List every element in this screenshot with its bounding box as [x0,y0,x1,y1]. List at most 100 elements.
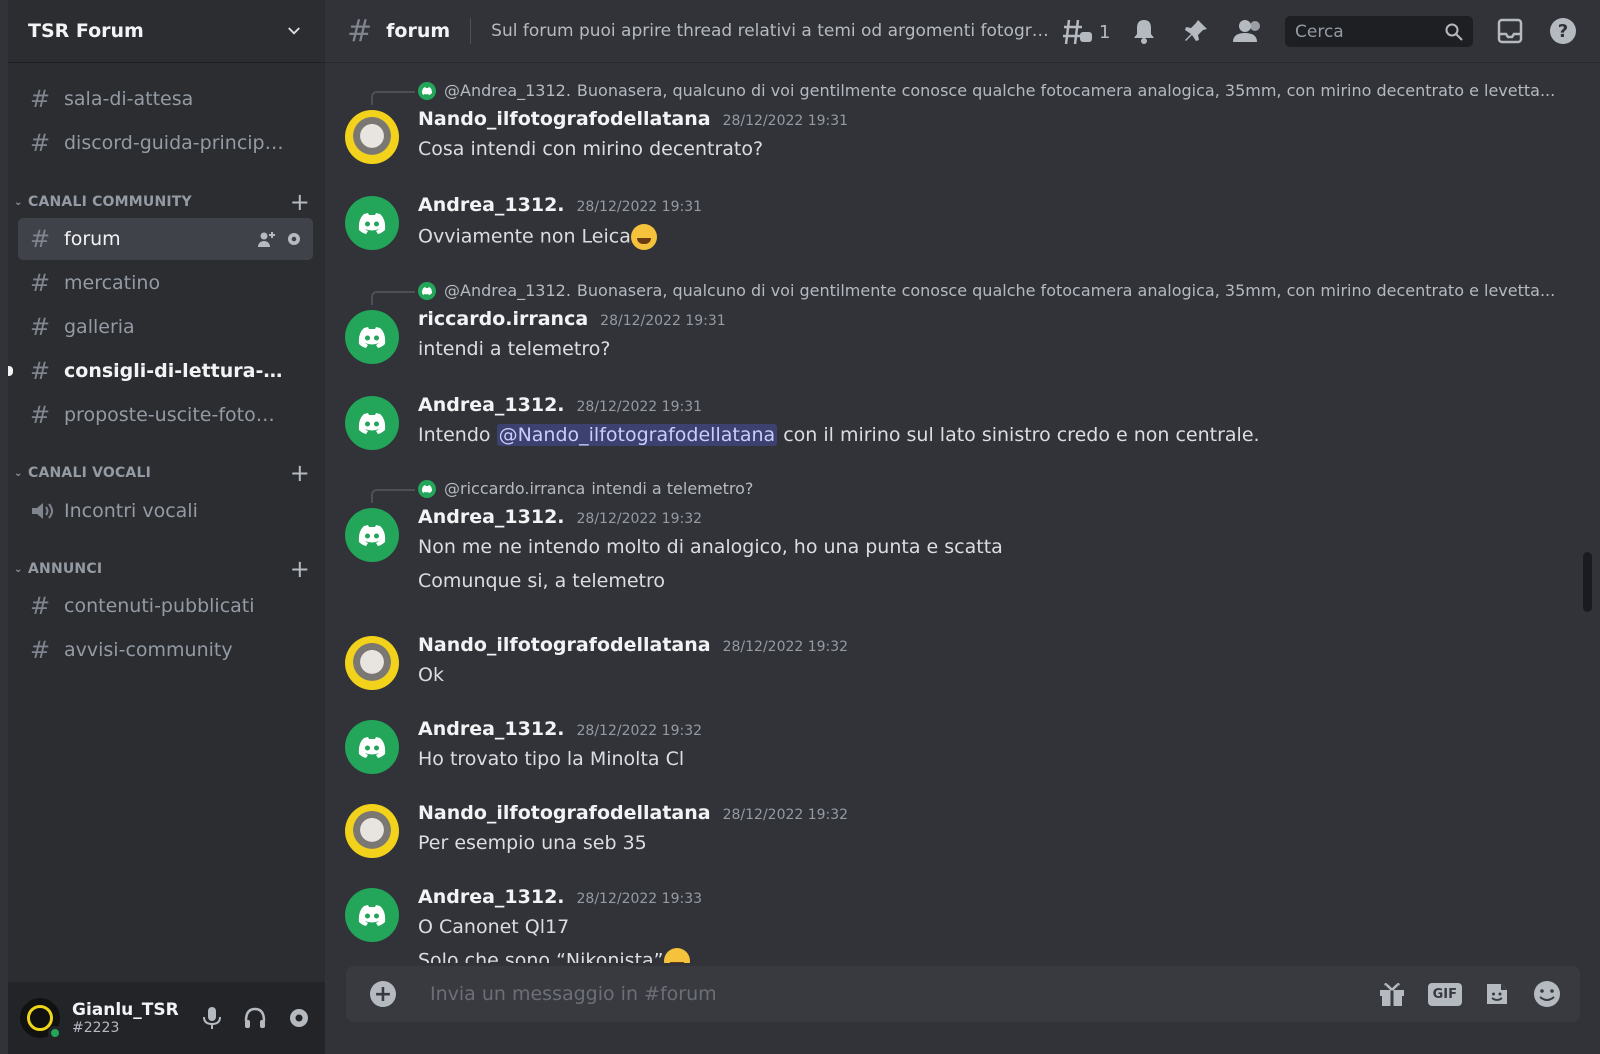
message-content: Cosa intendi con mirino decentrato? [418,138,764,160]
sticker-icon[interactable] [1484,981,1510,1007]
discord-logo-icon [358,213,386,234]
channel-discord-guida[interactable]: # discord-guida-principi... [18,122,313,164]
discord-logo-icon [358,327,386,348]
settings-icon[interactable] [285,230,303,248]
user-mention[interactable]: @Nando_ilfotografodellatana [496,424,778,446]
threads-button[interactable]: 1 [1063,18,1110,46]
channel-contenuti-pubblicati[interactable]: # contenuti-pubblicati [18,585,313,627]
reply-text: Buonasera, qualcuno di voi gentilmente c… [576,281,1556,300]
voice-channel-incontri-vocali[interactable]: Incontri vocali [18,490,313,532]
message-author[interactable]: riccardo.irranca [418,308,588,330]
threads-count: 1 [1099,21,1111,43]
channel-label: Incontri vocali [64,500,198,522]
channel-sala-di-attesa[interactable]: # sala-di-attesa [18,78,313,120]
svg-text:?: ? [1558,21,1568,42]
discord-logo-icon [358,525,386,546]
gif-icon[interactable]: GIF [1427,982,1462,1006]
message-timestamp: 28/12/2022 19:32 [722,639,849,655]
message-timestamp: 28/12/2022 19:33 [576,891,703,907]
channel-label: forum [64,228,121,250]
message-timestamp: 28/12/2022 19:32 [722,807,849,823]
reply-connector [371,91,415,105]
message-author[interactable]: Andrea_1312. [418,886,565,908]
user-tag: #2223 [72,1020,120,1036]
emoji-icon [663,948,690,963]
discord-logo-icon [418,281,436,300]
discord-logo-icon [418,81,436,100]
message-author[interactable]: Andrea_1312. [418,194,565,216]
message-timestamp: 28/12/2022 19:31 [576,399,703,415]
category-canali-community[interactable]: ⌄ CANALI COMMUNITY + [14,188,314,216]
avatar[interactable] [345,196,399,250]
channel-consigli-di-lettura[interactable]: # consigli-di-lettura-mo... [8,350,313,392]
plus-icon[interactable]: + [290,555,310,583]
channel-label: proposte-uscite-fotog... [64,404,284,426]
avatar[interactable] [345,888,399,942]
message-content: Ovviamente non Leica [418,224,657,250]
message-input[interactable] [430,983,1310,1005]
message-content: Intendo @Nando_ilfotografodellatana con … [418,424,1260,446]
message-content: Non me ne intendo molto di analogico, ho… [418,536,1003,558]
reply-author: @Andrea_1312. [444,81,571,100]
category-canali-vocali[interactable]: ⌄ CANALI VOCALI + [14,459,314,487]
channel-topic[interactable]: Sul forum puoi aprire thread relativi a … [491,21,1056,41]
channel-label: consigli-di-lettura-mo... [64,360,284,382]
avatar[interactable] [345,110,399,164]
message-author[interactable]: Nando_ilfotografodellatana [418,634,711,656]
scrollbar-thumb[interactable] [1583,552,1592,612]
members-icon[interactable] [1233,18,1263,44]
message-author[interactable]: Andrea_1312. [418,506,565,528]
category-label: ANNUNCI [28,561,103,577]
message-author[interactable]: Andrea_1312. [418,394,565,416]
hash-icon: # [30,357,51,385]
mic-icon[interactable] [201,1006,223,1030]
reply-reference[interactable]: @Andrea_1312. Buonasera, qualcuno di voi… [418,281,1555,300]
message-timestamp: 28/12/2022 19:31 [722,113,849,129]
avatar[interactable] [20,998,62,1040]
reply-connector [371,291,415,305]
help-icon[interactable]: ? [1549,17,1577,45]
category-annunci[interactable]: ⌄ ANNUNCI + [14,555,314,583]
search-placeholder: Cerca [1295,21,1344,42]
message-author[interactable]: Nando_ilfotografodellatana [418,802,711,824]
reply-reference[interactable]: @riccardo.irranca intendi a telemetro? [418,479,753,498]
plus-icon[interactable]: + [290,459,310,487]
avatar[interactable] [345,804,399,858]
avatar[interactable] [345,396,399,450]
message-author[interactable]: Andrea_1312. [418,718,565,740]
channel-mercatino[interactable]: # mercatino [18,262,313,304]
chevron-down-icon: ⌄ [14,563,23,575]
message-content: Solo che sono “Nikonista” [418,948,690,963]
channel-forum[interactable]: # forum [18,218,313,260]
headphones-icon[interactable] [243,1006,267,1030]
search-input[interactable]: Cerca [1285,16,1473,47]
channel-galleria[interactable]: # galleria [18,306,313,348]
pin-icon[interactable] [1183,18,1209,44]
avatar[interactable] [345,310,399,364]
settings-icon[interactable] [287,1006,311,1030]
channel-label: contenuti-pubblicati [64,595,255,617]
hash-icon: # [30,129,51,157]
emoji-icon[interactable] [1532,979,1562,1009]
channel-avvisi-community[interactable]: # avvisi-community [18,629,313,671]
message-author[interactable]: Nando_ilfotografodellatana [418,108,711,130]
server-name: TSR Forum [28,20,144,42]
chevron-down-icon [288,27,300,35]
avatar[interactable] [345,508,399,562]
server-header[interactable]: TSR Forum [8,0,325,63]
reply-text: Buonasera, qualcuno di voi gentilmente c… [576,81,1556,100]
channel-label: discord-guida-principi... [64,132,284,154]
inbox-icon[interactable] [1497,18,1523,44]
avatar[interactable] [345,720,399,774]
plus-icon[interactable]: + [370,981,396,1007]
plus-icon[interactable]: + [290,188,310,216]
reply-author: @riccardo.irranca [444,479,586,498]
channel-proposte-uscite[interactable]: # proposte-uscite-fotog... [18,394,313,436]
bell-icon[interactable] [1131,18,1157,44]
add-member-icon[interactable] [257,230,277,248]
message-text: Solo che sono “Nikonista” [418,949,664,964]
avatar[interactable] [345,636,399,690]
reply-reference[interactable]: @Andrea_1312. Buonasera, qualcuno di voi… [418,81,1555,100]
gift-icon[interactable] [1378,981,1406,1007]
hash-icon: # [30,401,51,429]
